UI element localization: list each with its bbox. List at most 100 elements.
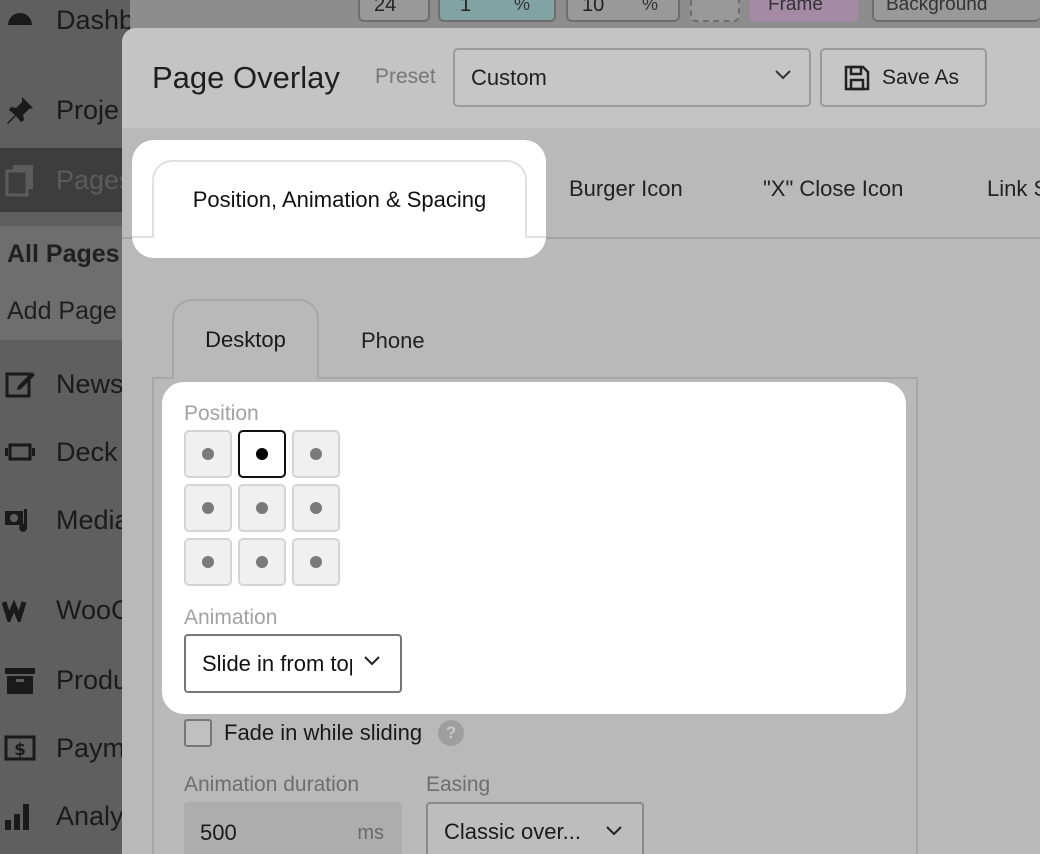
- modal-title: Page Overlay: [152, 60, 340, 95]
- tab-link-styles[interactable]: Link S: [987, 176, 1040, 202]
- preset-select[interactable]: Custom: [453, 48, 811, 107]
- menu-dashboard[interactable]: Dashboard: [0, 0, 130, 50]
- position-middle-right[interactable]: [292, 484, 340, 532]
- toolbar-value-1: 24: [374, 0, 397, 16]
- save-as-label: Save As: [882, 65, 960, 89]
- position-middle-left[interactable]: [184, 484, 232, 532]
- fade-checkbox[interactable]: [184, 719, 212, 747]
- menu-payments[interactable]: $ Paym: [0, 718, 130, 778]
- duration-value: 500: [200, 820, 237, 845]
- background-button[interactable]: Background: [872, 0, 1040, 22]
- dot-icon: [310, 502, 322, 514]
- tab-burger-icon[interactable]: Burger Icon: [569, 176, 683, 202]
- dashboard-icon: [2, 2, 38, 38]
- position-top-left[interactable]: [184, 430, 232, 478]
- media-icon: [2, 502, 38, 538]
- pages-icon: [2, 162, 38, 198]
- tab-desktop[interactable]: Desktop: [172, 299, 319, 379]
- tab-phone[interactable]: Phone: [361, 328, 425, 354]
- chevron-down-icon: [364, 656, 380, 666]
- slides-icon: [2, 434, 38, 470]
- dot-icon: [202, 556, 214, 568]
- pin-icon: [2, 92, 38, 128]
- tab-close-icon[interactable]: "X" Close Icon: [763, 176, 903, 202]
- position-animation-highlight: Position Animation Slide in from top: [162, 382, 906, 714]
- background-button-label: Background: [886, 0, 988, 15]
- save-icon: [844, 65, 870, 90]
- menu-payments-label: Paym: [56, 732, 126, 763]
- dot-icon: [256, 556, 268, 568]
- archive-icon: [2, 662, 38, 698]
- dot-icon: [310, 448, 322, 460]
- menu-woocommerce[interactable]: WooC: [0, 580, 130, 640]
- submenu-all-pages[interactable]: All Pages: [0, 226, 130, 283]
- pages-submenu: All Pages Add Page: [0, 226, 130, 340]
- submenu-add-page[interactable]: Add Page: [0, 283, 130, 340]
- dot-icon: [202, 448, 214, 460]
- editor-toolbar: 24 1 % 10 % Frame Background: [130, 0, 1040, 28]
- position-bottom-left[interactable]: [184, 538, 232, 586]
- menu-products[interactable]: Produ: [0, 650, 130, 710]
- fade-option: Fade in while sliding ?: [184, 719, 465, 747]
- menu-projects[interactable]: Proje: [0, 80, 130, 140]
- toolbar-field-1[interactable]: 24: [358, 0, 430, 22]
- save-as-button[interactable]: Save As: [820, 48, 987, 107]
- wp-admin-sidebar: Dashboard Proje Pages All Pages Add Page…: [0, 0, 130, 854]
- duration-label: Animation duration: [184, 773, 360, 796]
- fade-label: Fade in while sliding: [224, 720, 423, 745]
- help-icon[interactable]: ?: [438, 720, 465, 746]
- animation-select[interactable]: Slide in from top: [184, 634, 402, 693]
- menu-products-label: Produ: [56, 664, 129, 695]
- toolbar-field-2[interactable]: 1 %: [438, 0, 556, 22]
- dot-icon: [310, 556, 322, 568]
- chevron-down-icon: [775, 70, 791, 80]
- menu-analytics[interactable]: Analy: [0, 786, 130, 846]
- payments-icon: $: [2, 730, 38, 766]
- easing-label: Easing: [426, 773, 491, 796]
- svg-text:$: $: [14, 740, 26, 760]
- position-middle-center[interactable]: [238, 484, 286, 532]
- menu-analytics-label: Analy: [56, 800, 124, 831]
- animation-value: Slide in from top: [202, 650, 352, 676]
- menu-deck[interactable]: Deck: [0, 422, 130, 482]
- toolbar-value-3: 10: [582, 0, 605, 16]
- dot-icon: [256, 502, 268, 514]
- menu-deck-label: Deck: [56, 436, 118, 467]
- edit-icon: [2, 366, 38, 402]
- frame-button[interactable]: Frame: [750, 0, 858, 22]
- menu-media-label: Media: [56, 504, 130, 535]
- duration-input[interactable]: 500 ms: [184, 802, 402, 854]
- toolbar-unit-2: %: [514, 0, 531, 14]
- tab-position-animation-spacing[interactable]: Position, Animation & Spacing: [152, 160, 527, 238]
- position-grid: [184, 430, 340, 586]
- duration-unit: ms: [357, 822, 384, 844]
- menu-news-label: News: [56, 368, 124, 399]
- toolbar-frame-toggle[interactable]: [690, 0, 740, 22]
- frame-button-label: Frame: [768, 0, 823, 15]
- position-top-right[interactable]: [292, 430, 340, 478]
- toolbar-value-2: 1: [460, 0, 472, 16]
- menu-pages-label: Pages: [56, 164, 130, 195]
- preset-label: Preset: [375, 65, 436, 88]
- easing-value: Classic over...: [444, 819, 581, 844]
- menu-dashboard-label: Dashboard: [56, 4, 130, 35]
- position-bottom-right[interactable]: [292, 538, 340, 586]
- bar-chart-icon: [2, 798, 38, 834]
- tab-line-left: [132, 236, 154, 238]
- menu-woo-label: WooC: [56, 594, 130, 625]
- tab-line-right: [525, 236, 546, 238]
- animation-label: Animation: [184, 606, 278, 629]
- toolbar-unit-3: %: [642, 0, 659, 14]
- toolbar-field-3[interactable]: 10 %: [566, 0, 680, 22]
- woocommerce-icon: [2, 592, 38, 628]
- dot-icon: [202, 502, 214, 514]
- menu-news[interactable]: News: [0, 354, 130, 414]
- menu-media[interactable]: Media: [0, 490, 130, 550]
- position-bottom-center[interactable]: [238, 538, 286, 586]
- dot-icon: [256, 448, 268, 460]
- easing-select[interactable]: Classic over...: [426, 802, 644, 854]
- menu-pages[interactable]: Pages: [0, 148, 130, 212]
- preset-value: Custom: [471, 64, 547, 90]
- tab-highlight: Position, Animation & Spacing: [132, 140, 546, 258]
- position-top-center[interactable]: [238, 430, 286, 478]
